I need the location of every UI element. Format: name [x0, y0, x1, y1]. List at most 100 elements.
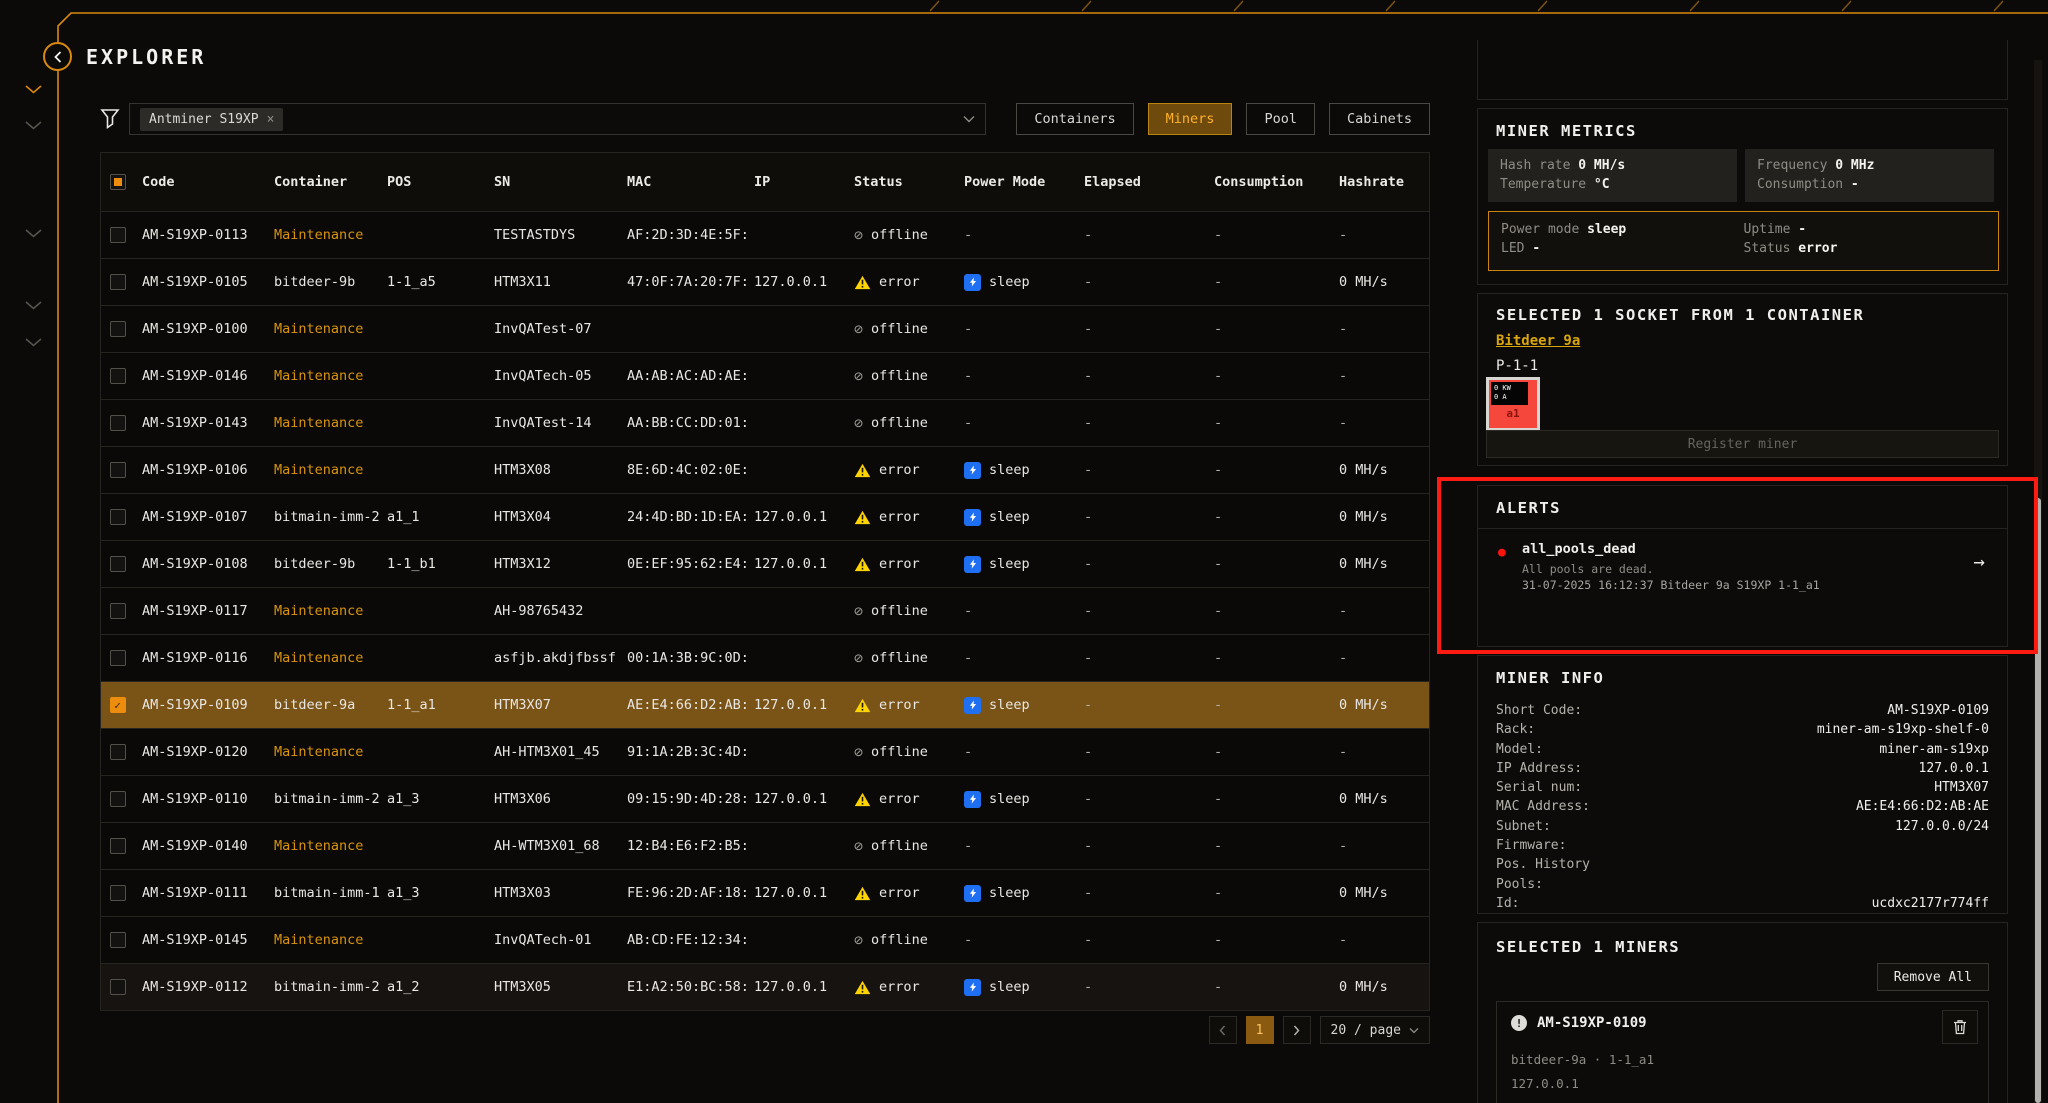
page-title: EXPLORER — [86, 45, 206, 69]
row-checkbox[interactable] — [110, 979, 126, 995]
chevron-down-icon[interactable] — [25, 228, 42, 238]
chevron-down-icon[interactable] — [25, 337, 42, 347]
table-row[interactable]: AM-S19XP-0105 bitdeer-9b 1-1_a5 HTM3X11 … — [101, 258, 1429, 305]
cell-consumption: - — [1206, 776, 1331, 822]
table-row[interactable]: AM-S19XP-0111 bitmain-imm-1 a1_3 HTM3X03… — [101, 869, 1429, 916]
tab-containers[interactable]: Containers — [1016, 103, 1133, 135]
table-row[interactable]: AM-S19XP-0143 Maintenance InvQATest-14 A… — [101, 399, 1429, 446]
scrollbar-thumb[interactable] — [2035, 498, 2041, 1103]
alert-description: All pools are dead. — [1522, 562, 1654, 576]
miner-metrics-card: MINER METRICS Hash rate 0 MH/s Temperatu… — [1477, 108, 2008, 285]
back-button[interactable] — [43, 42, 72, 71]
row-checkbox[interactable] — [110, 932, 126, 948]
cell-ip: 127.0.0.1 — [746, 682, 846, 728]
prev-page-button[interactable] — [1209, 1016, 1237, 1044]
row-checkbox[interactable] — [110, 603, 126, 619]
table-row[interactable]: AM-S19XP-0120 Maintenance AH-HTM3X01_45 … — [101, 728, 1429, 775]
alert-item[interactable]: ● all_pools_dead All pools are dead. 31-… — [1478, 529, 2007, 646]
filter-select[interactable]: Antminer S19XP × — [129, 103, 986, 135]
table-row[interactable]: AM-S19XP-0106 Maintenance HTM3X08 8E:6D:… — [101, 446, 1429, 493]
register-miner-button[interactable]: Register miner — [1486, 430, 1999, 458]
container-link[interactable]: Bitdeer 9a — [1496, 333, 1580, 349]
tab-cabinets[interactable]: Cabinets — [1329, 103, 1430, 135]
row-checkbox[interactable] — [110, 744, 126, 760]
cell-status: ⊘offline — [846, 823, 956, 869]
row-checkbox[interactable]: ✓ — [110, 697, 126, 713]
row-checkbox[interactable] — [110, 274, 126, 290]
cell-consumption: - — [1206, 682, 1331, 728]
offline-icon: ⊘ — [854, 228, 863, 243]
cell-status: ⊘offline — [846, 212, 956, 258]
cell-ip: 127.0.0.1 — [746, 964, 846, 1010]
chevron-down-icon[interactable] — [25, 84, 42, 94]
cell-mac: AB:CD:FE:12:34:56 — [619, 917, 746, 963]
cell-ip — [746, 635, 846, 681]
cell-elapsed: - — [1076, 682, 1206, 728]
info-value: AE:E4:66:D2:AB:AE — [1856, 797, 1989, 816]
table-row[interactable]: AM-S19XP-0110 bitmain-imm-2 a1_3 HTM3X06… — [101, 775, 1429, 822]
scrollbar-track — [2034, 60, 2042, 1103]
error-icon — [854, 698, 871, 713]
table-row[interactable]: AM-S19XP-0100 Maintenance InvQATest-07 ⊘… — [101, 305, 1429, 352]
next-page-button[interactable] — [1283, 1016, 1311, 1044]
table-row[interactable]: AM-S19XP-0146 Maintenance InvQATech-05 A… — [101, 352, 1429, 399]
table-row[interactable]: AM-S19XP-0113 Maintenance TESTASTDYS AF:… — [101, 211, 1429, 258]
miner-info-row: Rack:miner-am-s19xp-shelf-0 — [1496, 720, 1989, 739]
table-row[interactable]: AM-S19XP-0117 Maintenance AH-98765432 ⊘o… — [101, 587, 1429, 634]
cell-container: Maintenance — [266, 353, 379, 399]
socket-tile[interactable]: 0 KW 0 A a1 — [1486, 377, 1540, 431]
table-row[interactable]: AM-S19XP-0116 Maintenance asfjb.akdjfbss… — [101, 634, 1429, 681]
cell-mac: E1:A2:50:BC:58:AE — [619, 964, 746, 1010]
tab-miners[interactable]: Miners — [1148, 103, 1233, 135]
cell-sn: HTM3X07 — [486, 682, 619, 728]
remove-all-button[interactable]: Remove All — [1877, 963, 1989, 991]
page-number[interactable]: 1 — [1246, 1016, 1274, 1044]
table-row[interactable]: AM-S19XP-0107 bitmain-imm-2 a1_1 HTM3X04… — [101, 493, 1429, 540]
cell-consumption: - — [1206, 917, 1331, 963]
row-checkbox[interactable] — [110, 509, 126, 525]
delete-miner-button[interactable] — [1942, 1010, 1978, 1044]
cell-power-mode: sleep — [956, 541, 1076, 587]
row-checkbox[interactable] — [110, 556, 126, 572]
alert-timestamp: 31-07-2025 16:12:37 Bitdeer 9a S19XP 1-1… — [1522, 578, 1820, 592]
chevron-down-icon[interactable] — [25, 300, 42, 310]
cell-code: AM-S19XP-0112 — [134, 964, 266, 1010]
row-checkbox[interactable] — [110, 885, 126, 901]
arrow-right-icon[interactable]: → — [1974, 551, 1985, 573]
info-label: IP Address: — [1496, 759, 1582, 778]
chevron-down-icon[interactable] — [25, 120, 42, 130]
offline-icon: ⊘ — [854, 416, 863, 431]
miner-metrics-title: MINER METRICS — [1496, 122, 1637, 140]
row-checkbox[interactable] — [110, 791, 126, 807]
cell-status: error — [846, 964, 956, 1010]
miner-info-row: MAC Address:AE:E4:66:D2:AB:AE — [1496, 797, 1989, 816]
status-text: offline — [871, 744, 928, 760]
cell-sn: HTM3X03 — [486, 870, 619, 916]
sleep-icon — [964, 697, 981, 714]
cell-container: bitmain-imm-2 — [266, 964, 379, 1010]
table-row[interactable]: AM-S19XP-0108 bitdeer-9b 1-1_b1 HTM3X12 … — [101, 540, 1429, 587]
row-checkbox[interactable] — [110, 838, 126, 854]
row-checkbox[interactable] — [110, 321, 126, 337]
select-all-checkbox[interactable] — [110, 174, 126, 190]
table-row[interactable]: AM-S19XP-0145 Maintenance InvQATech-01 A… — [101, 916, 1429, 963]
status-text: error — [879, 462, 920, 478]
row-checkbox[interactable] — [110, 462, 126, 478]
tag-close-icon[interactable]: × — [267, 112, 275, 127]
row-checkbox[interactable] — [110, 415, 126, 431]
tab-pool[interactable]: Pool — [1246, 103, 1315, 135]
cell-code: AM-S19XP-0108 — [134, 541, 266, 587]
sleep-icon — [964, 462, 981, 479]
table-row[interactable]: AM-S19XP-0140 Maintenance AH-WTM3X01_68 … — [101, 822, 1429, 869]
table-row[interactable]: AM-S19XP-0112 bitmain-imm-2 a1_2 HTM3X05… — [101, 963, 1429, 1010]
filter-tag[interactable]: Antminer S19XP × — [140, 108, 283, 131]
row-checkbox[interactable] — [110, 368, 126, 384]
row-checkbox[interactable] — [110, 650, 126, 666]
cell-mac: 47:0F:7A:20:7F:87 — [619, 259, 746, 305]
table-row[interactable]: ✓ AM-S19XP-0109 bitdeer-9a 1-1_a1 HTM3X0… — [101, 681, 1429, 728]
row-checkbox[interactable] — [110, 227, 126, 243]
miner-info-title: MINER INFO — [1496, 669, 1604, 687]
chevron-left-icon — [1219, 1025, 1226, 1036]
cell-power-mode: - — [956, 588, 1076, 634]
page-size-select[interactable]: 20 / page — [1320, 1016, 1430, 1044]
